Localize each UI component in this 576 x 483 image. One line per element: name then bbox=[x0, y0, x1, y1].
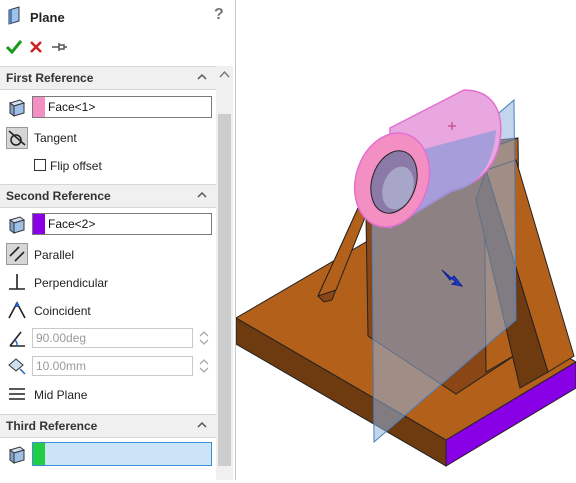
scroll-up-arrow-icon[interactable] bbox=[219, 70, 230, 78]
scrollbar-thumb[interactable] bbox=[218, 114, 231, 466]
third-reference-heading: Third Reference bbox=[6, 419, 98, 433]
third-reference-header[interactable]: Third Reference bbox=[0, 414, 216, 438]
ok-check-icon[interactable] bbox=[5, 38, 23, 56]
face-selection-icon bbox=[6, 97, 28, 119]
first-reference-value: Face<1> bbox=[48, 100, 96, 114]
second-reference-header[interactable]: Second Reference bbox=[0, 184, 216, 208]
plane-feature-icon bbox=[6, 6, 28, 28]
graphics-viewport[interactable] bbox=[235, 0, 576, 480]
distance-value: 10.00mm bbox=[36, 359, 87, 373]
first-reference-header[interactable]: First Reference bbox=[0, 66, 216, 90]
first-reference-heading: First Reference bbox=[6, 71, 94, 85]
first-reference-swatch bbox=[33, 97, 45, 117]
distance-spinner-icon[interactable] bbox=[197, 356, 211, 376]
second-reference-heading: Second Reference bbox=[6, 189, 111, 203]
mid-plane-label: Mid Plane bbox=[34, 388, 88, 402]
flip-offset-checkbox[interactable] bbox=[34, 159, 46, 171]
help-icon[interactable]: ? bbox=[214, 6, 224, 24]
second-reference-field[interactable]: Face<2> bbox=[32, 213, 212, 235]
distance-option-icon[interactable] bbox=[6, 355, 28, 377]
coincident-option-icon[interactable] bbox=[6, 299, 28, 321]
parallel-option-icon[interactable] bbox=[6, 243, 28, 265]
angle-option-icon[interactable] bbox=[6, 327, 28, 349]
flip-offset-label: Flip offset bbox=[50, 159, 102, 173]
angle-value: 90.00deg bbox=[36, 331, 87, 345]
chevron-up-icon[interactable] bbox=[196, 419, 208, 431]
perpendicular-label: Perpendicular bbox=[34, 276, 109, 290]
chevron-up-icon[interactable] bbox=[196, 189, 208, 201]
face-selection-icon bbox=[6, 444, 28, 466]
angle-input[interactable]: 90.00deg bbox=[32, 328, 193, 348]
tangent-label: Tangent bbox=[34, 131, 77, 145]
pushpin-icon[interactable] bbox=[50, 40, 68, 54]
second-reference-value: Face<2> bbox=[48, 217, 96, 231]
perpendicular-option-icon[interactable] bbox=[6, 271, 28, 293]
angle-spinner-icon[interactable] bbox=[197, 328, 211, 348]
panel-scrollbar[interactable] bbox=[216, 66, 233, 480]
parallel-label: Parallel bbox=[34, 248, 75, 262]
face-selection-icon bbox=[6, 214, 28, 236]
coincident-label: Coincident bbox=[34, 304, 91, 318]
cancel-x-icon[interactable] bbox=[28, 39, 44, 55]
distance-input[interactable]: 10.00mm bbox=[32, 356, 193, 376]
chevron-up-icon[interactable] bbox=[196, 71, 208, 83]
panel-title: Plane bbox=[30, 10, 65, 25]
third-reference-swatch bbox=[33, 443, 45, 465]
property-manager: Plane ? First Reference Face<1> Tangent … bbox=[0, 0, 236, 480]
second-reference-swatch bbox=[33, 214, 45, 234]
first-reference-field[interactable]: Face<1> bbox=[32, 96, 212, 118]
tangent-option-icon[interactable] bbox=[6, 127, 28, 149]
third-reference-field[interactable] bbox=[32, 442, 212, 466]
bracket-model[interactable] bbox=[235, 0, 576, 480]
mid-plane-option-icon[interactable] bbox=[6, 383, 28, 405]
